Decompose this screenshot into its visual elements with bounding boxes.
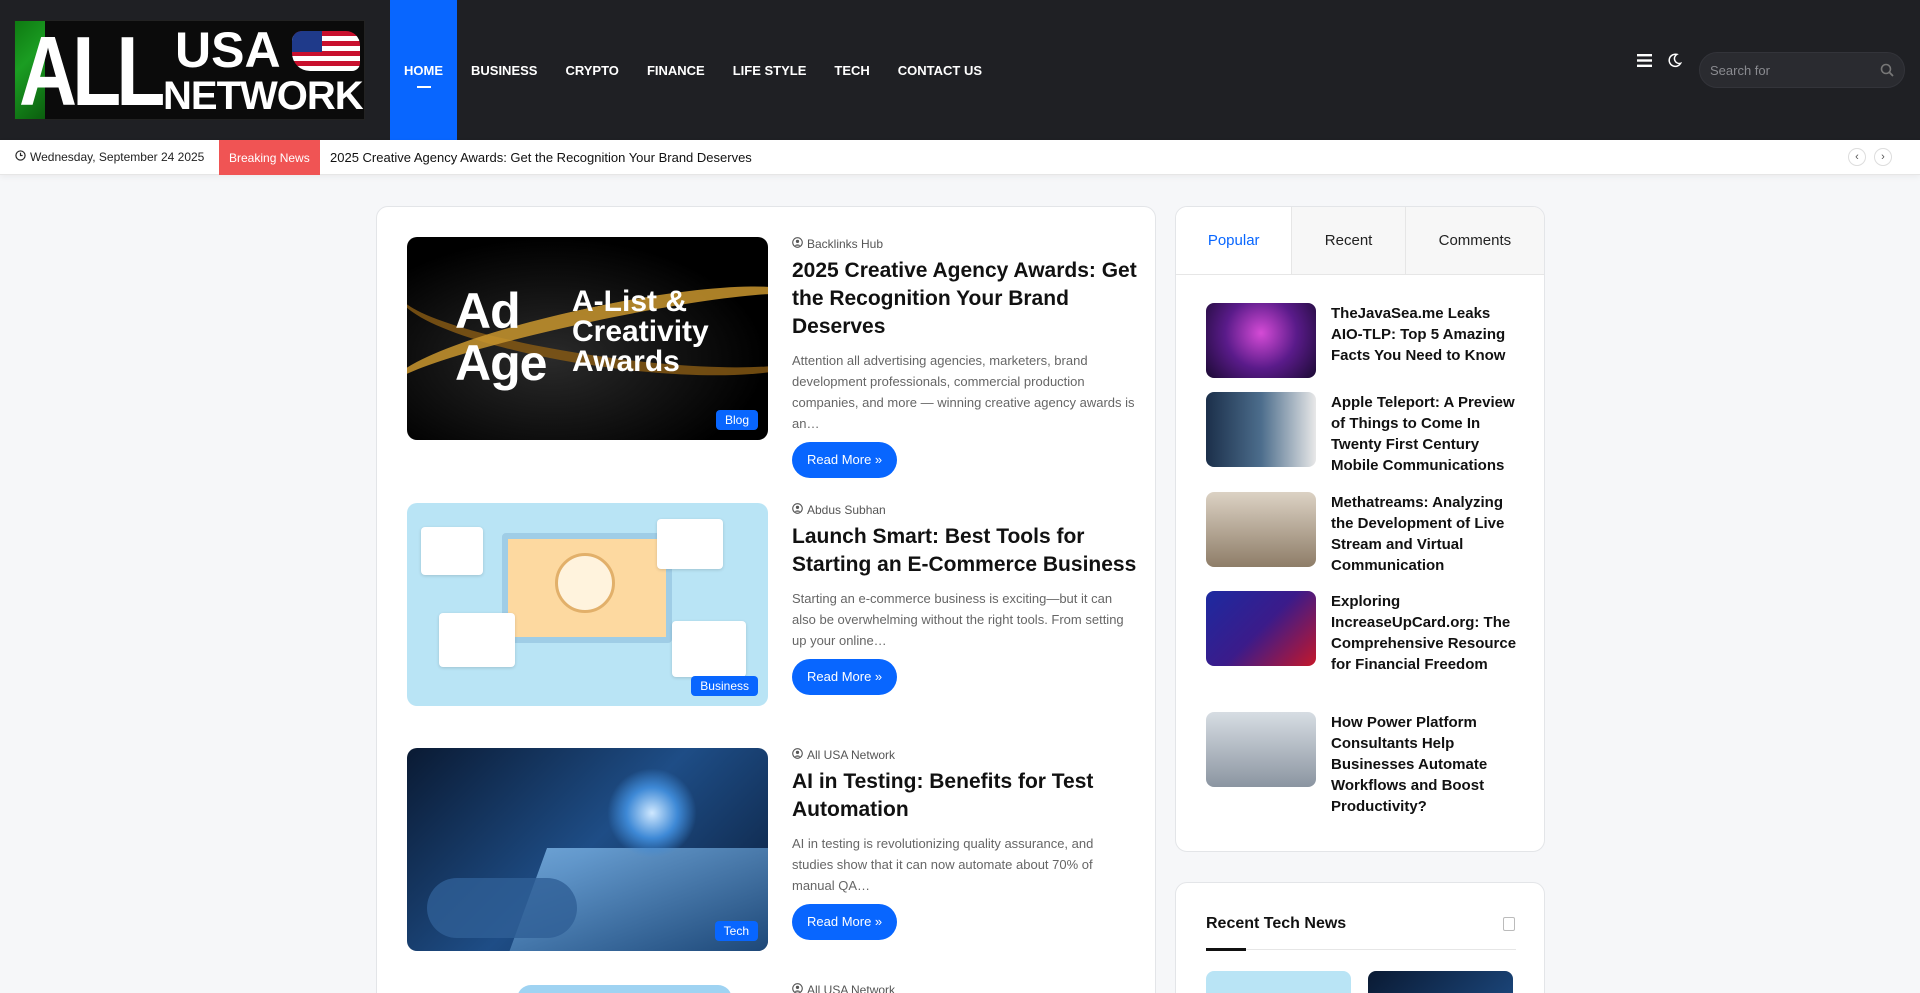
category-badge[interactable]: Blog (715, 410, 758, 430)
thumb-decoration (607, 768, 697, 858)
post-excerpt: Attention all advertising agencies, mark… (792, 353, 1135, 431)
document-icon (1503, 917, 1515, 931)
thumb-decoration (421, 527, 483, 575)
popular-post-title[interactable]: How Power Platform Consultants Help Busi… (1331, 712, 1521, 817)
dark-mode-moon-icon[interactable] (1666, 52, 1682, 68)
thumb-decoration (439, 613, 515, 667)
ticker-prev-chevron-left-icon[interactable]: ‹ (1848, 148, 1866, 166)
logo-network-text: NETWORK (163, 74, 364, 118)
recent-tech-thumbnail[interactable] (1206, 971, 1351, 993)
clock-icon (15, 150, 26, 164)
breaking-news-label: Breaking News (219, 140, 320, 175)
search-input[interactable] (1710, 62, 1870, 78)
author-name: All USA Network (807, 983, 896, 993)
popular-post-title[interactable]: Methatreams: Analyzing the Development o… (1331, 492, 1521, 576)
tab-recent[interactable]: Recent (1292, 207, 1406, 274)
post-thumbnail[interactable]: Tech (407, 748, 768, 951)
post-body: Backlinks Hub 2025 Creative Agency Award… (792, 237, 1137, 478)
post-title[interactable]: Launch Smart: Best Tools for Starting an… (792, 523, 1137, 579)
sidebar-tabs-widget: Popular Recent Comments TheJavaSea.me Le… (1175, 206, 1545, 852)
ticker-controls: ‹ › (1848, 148, 1892, 166)
shopping-cart-icon (555, 553, 615, 613)
date-text: Wednesday, September 24 2025 (30, 150, 205, 164)
post-author[interactable]: Abdus Subhan (792, 503, 1137, 517)
us-flag-icon (292, 31, 360, 71)
logo-usa-text: USA (175, 22, 281, 78)
author-name: All USA Network (807, 748, 896, 762)
sidebar-tabs: Popular Recent Comments (1176, 207, 1544, 275)
logo-all-text: ALL (19, 20, 165, 120)
top-bar: Wednesday, September 24 2025 Breaking Ne… (0, 140, 1920, 175)
recent-tech-thumbnail[interactable] (1368, 971, 1513, 993)
popular-post-thumbnail[interactable] (1206, 392, 1316, 467)
recent-tech-widget: Recent Tech News (1175, 882, 1545, 993)
header-tools (1636, 52, 1682, 68)
post-author[interactable]: All USA Network (792, 983, 1137, 993)
post-author[interactable]: Backlinks Hub (792, 237, 1137, 251)
search-icon[interactable] (1880, 63, 1894, 77)
user-icon (792, 748, 803, 762)
posts-list: Ad Age A-List & Creativity Awards Blog B… (376, 206, 1156, 993)
widget-divider (1206, 948, 1516, 951)
nav-business[interactable]: BUSINESS (457, 0, 551, 140)
thumb-text-awards: A-List & Creativity Awards (572, 285, 709, 378)
user-icon (792, 983, 803, 993)
user-icon (792, 503, 803, 517)
post-body: All USA Network (792, 983, 1137, 993)
nav-contact[interactable]: CONTACT US (884, 0, 996, 140)
post-excerpt: AI in testing is revolutionizing quality… (792, 836, 1094, 893)
post-thumbnail[interactable] (407, 983, 768, 993)
popular-post-title[interactable]: Exploring IncreaseUpCard.org: The Compre… (1331, 591, 1521, 675)
menu-icon[interactable] (1636, 52, 1652, 68)
nav-finance[interactable]: FINANCE (633, 0, 719, 140)
current-date: Wednesday, September 24 2025 (15, 150, 204, 164)
popular-post-title[interactable]: TheJavaSea.me Leaks AIO-TLP: Top 5 Amazi… (1331, 303, 1521, 366)
author-name: Backlinks Hub (807, 237, 884, 251)
read-more-button[interactable]: Read More » (792, 442, 898, 478)
read-more-button[interactable]: Read More » (792, 659, 898, 695)
post-body: All USA Network AI in Testing: Benefits … (792, 748, 1137, 940)
thumb-decoration (427, 878, 577, 938)
search-box (1699, 52, 1905, 88)
post-title[interactable]: AI in Testing: Benefits for Test Automat… (792, 768, 1137, 824)
nav-crypto[interactable]: CRYPTO (551, 0, 632, 140)
thumb-decoration (657, 519, 723, 569)
nav-home[interactable]: HOME (390, 0, 457, 140)
nav-lifestyle[interactable]: LIFE STYLE (719, 0, 821, 140)
read-more-button[interactable]: Read More » (792, 904, 898, 940)
post-thumbnail[interactable]: Ad Age A-List & Creativity Awards Blog (407, 237, 768, 440)
popular-post-thumbnail[interactable] (1206, 591, 1316, 666)
post-body: Abdus Subhan Launch Smart: Best Tools fo… (792, 503, 1137, 695)
post-thumbnail[interactable]: Business (407, 503, 768, 706)
author-name: Abdus Subhan (807, 503, 886, 517)
site-logo[interactable]: ALL USA NETWORK (14, 20, 365, 120)
thumb-decoration (517, 985, 732, 993)
breaking-news-link[interactable]: 2025 Creative Agency Awards: Get the Rec… (330, 150, 752, 165)
ticker-next-chevron-right-icon[interactable]: › (1874, 148, 1892, 166)
tab-comments[interactable]: Comments (1405, 207, 1544, 274)
site-header: ALL USA NETWORK HOME BUSINESS CRYPTO FIN… (0, 0, 1920, 140)
popular-post-thumbnail[interactable] (1206, 303, 1316, 378)
tab-popular[interactable]: Popular (1176, 207, 1293, 274)
post-excerpt: Starting an e-commerce business is excit… (792, 591, 1124, 648)
user-icon (792, 237, 803, 251)
popular-post-title[interactable]: Apple Teleport: A Preview of Things to C… (1331, 392, 1521, 476)
main-nav: HOME BUSINESS CRYPTO FINANCE LIFE STYLE … (390, 0, 996, 140)
post-author[interactable]: All USA Network (792, 748, 1137, 762)
thumb-text-adage: Ad Age (455, 283, 547, 391)
category-badge[interactable]: Business (691, 676, 758, 696)
thumb-decoration (672, 621, 746, 677)
post-title[interactable]: 2025 Creative Agency Awards: Get the Rec… (792, 257, 1137, 341)
popular-post-thumbnail[interactable] (1206, 712, 1316, 787)
category-badge[interactable]: Tech (714, 921, 758, 941)
popular-post-thumbnail[interactable] (1206, 492, 1316, 567)
widget-title: Recent Tech News (1206, 915, 1347, 932)
nav-tech[interactable]: TECH (820, 0, 883, 140)
